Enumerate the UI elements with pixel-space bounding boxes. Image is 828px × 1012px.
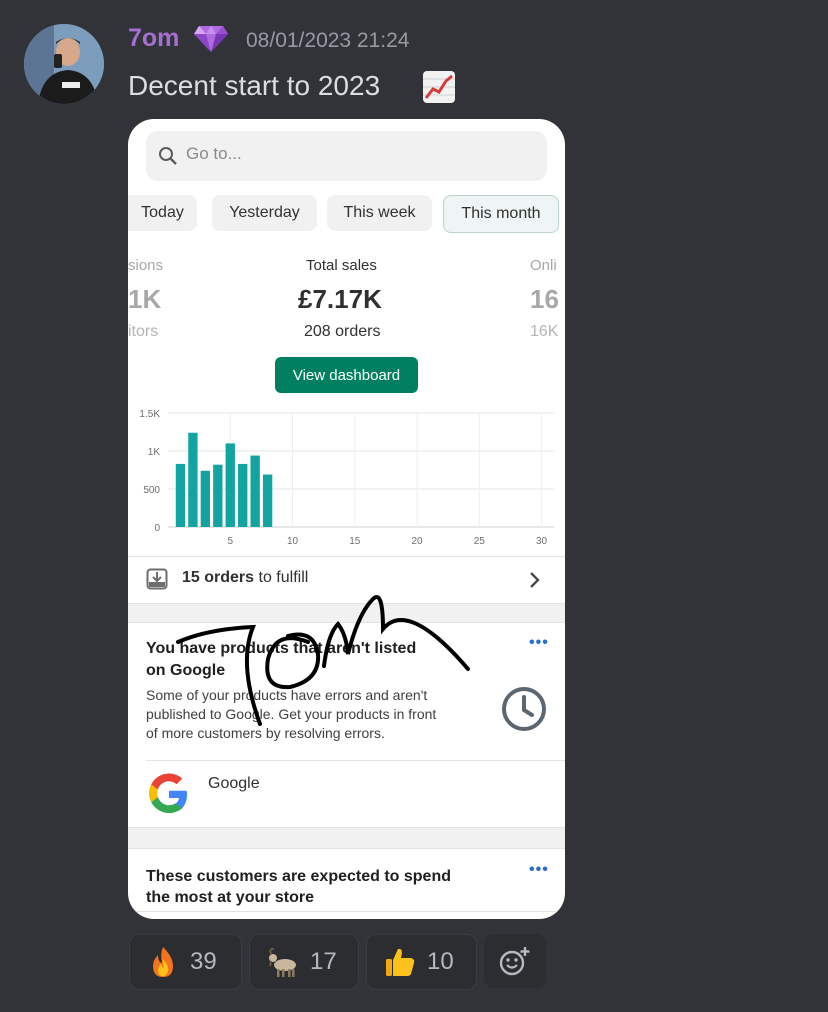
message-text: Decent start to 2023 [128, 70, 381, 101]
avatar-image [24, 24, 104, 104]
gem-icon [194, 26, 228, 52]
search-icon [159, 147, 177, 165]
shopify-screenshot[interactable]: Go to... Today Yesterday This week This … [128, 119, 565, 919]
username[interactable]: 7om [128, 24, 179, 53]
search-bar: Go to... [146, 131, 547, 181]
chart-x-tick-label: 15 [349, 536, 361, 547]
metric-online-value: 16 [530, 284, 559, 314]
chart-bar [213, 464, 223, 527]
metric-total-sales-value: £7.17K [298, 284, 382, 314]
chart-y-tick-label: 500 [143, 485, 160, 496]
tab-today: Today [128, 195, 197, 231]
goat-icon [269, 947, 296, 977]
chart-bar [225, 443, 235, 527]
metric-orders-count: 208 orders [304, 323, 381, 340]
chart-x-tick-label: 5 [227, 536, 233, 547]
add-reaction-button[interactable] [484, 934, 546, 988]
message-timestamp: 08/01/2023 21:24 [246, 29, 410, 52]
view-dashboard-button: View dashboard [275, 357, 418, 393]
chart-y-tick-label: 1K [148, 447, 161, 458]
metric-total-sales-label: Total sales [306, 257, 377, 274]
card-customers-more-icon: ••• [529, 861, 549, 878]
chart-increasing-icon [423, 71, 455, 103]
chart-bar [200, 470, 211, 527]
metric-online-sub: 16K [530, 323, 559, 340]
add-reaction-icon [499, 947, 530, 976]
card-customers-title-2: the most at your store [146, 889, 315, 906]
sales-chart: 1.5K 1K 500 0 5 10 15 20 25 30 [139, 409, 554, 547]
tab-yesterday: Yesterday [212, 195, 317, 231]
chart-x-tick-label: 25 [474, 536, 486, 547]
card-google-more-icon: ••• [529, 634, 549, 651]
thumbs-up-icon [386, 948, 415, 976]
chart-bar [262, 474, 273, 527]
chart-bar [250, 455, 260, 527]
reaction-fire[interactable]: 39 [129, 934, 242, 990]
chart-bar [188, 432, 198, 527]
chart-bar [238, 463, 248, 527]
chart-y-tick-label: 1.5K [139, 409, 160, 420]
tab-this-month: This month [443, 195, 559, 233]
tab-this-week: This week [327, 195, 432, 231]
handwritten-signature-7om [176, 595, 470, 726]
chart-y-tick-label: 0 [154, 523, 160, 534]
card-customers-title-1: These customers are expected to spend [146, 868, 451, 885]
clock-icon [502, 687, 546, 731]
chevron-right-icon [530, 572, 540, 588]
metric-sessions-label: sions [128, 257, 164, 274]
chart-x-tick-label: 30 [536, 536, 548, 547]
reaction-thumbs-up[interactable]: 10 [366, 934, 477, 990]
google-logo-icon [149, 773, 187, 813]
reaction-goat[interactable]: 17 [249, 934, 359, 990]
download-tray-icon [146, 568, 168, 590]
reaction-goat-count: 17 [310, 948, 337, 975]
metric-online-label: Onli [530, 257, 557, 274]
user-avatar[interactable] [24, 24, 104, 104]
search-placeholder: Go to... [186, 144, 242, 163]
fire-icon [153, 947, 173, 977]
reaction-thumbs-up-count: 10 [427, 948, 454, 975]
chart-x-tick-label: 20 [411, 536, 423, 547]
chart-bar [175, 463, 186, 527]
metric-sessions-value: 1K [128, 284, 162, 314]
google-app-label: Google [208, 775, 260, 792]
metric-sessions-sub: itors [128, 323, 159, 340]
reaction-fire-count: 39 [190, 948, 217, 975]
chart-x-tick-label: 10 [287, 536, 299, 547]
